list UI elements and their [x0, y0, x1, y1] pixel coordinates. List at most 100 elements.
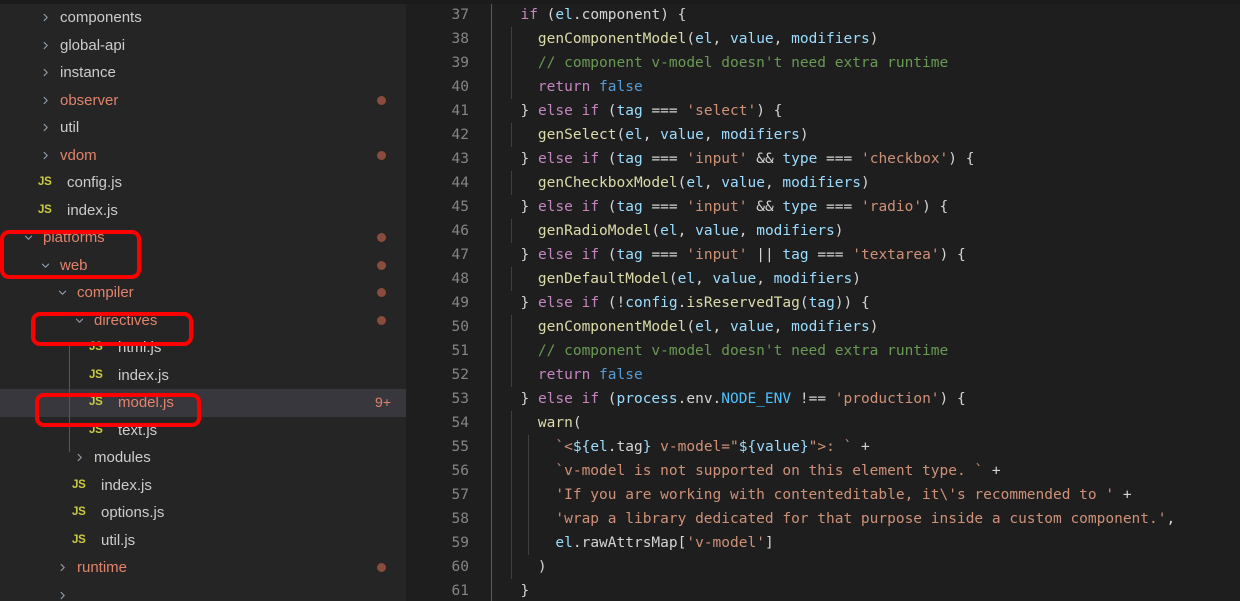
chevron-down-icon[interactable]: [72, 307, 89, 335]
code-line[interactable]: 44 genCheckboxModel(el, value, modifiers…: [406, 171, 1240, 195]
code-token: ===: [808, 247, 853, 263]
code-token: ) {: [939, 391, 966, 407]
code-line-text: genCheckboxModel(el, value, modifiers): [503, 171, 870, 195]
file-tree-item-options-js[interactable]: JS options.js: [0, 499, 406, 527]
file-tree-item-vdom[interactable]: vdom: [0, 142, 406, 170]
code-line[interactable]: 38 genComponentModel(el, value, modifier…: [406, 27, 1240, 51]
modified-indicator-dot: [377, 563, 386, 573]
code-line[interactable]: 39 // component v-model doesn't need ext…: [406, 51, 1240, 75]
file-tree-item-components[interactable]: components: [0, 4, 406, 32]
chevron-right-icon[interactable]: [38, 87, 55, 115]
code-line[interactable]: 37 if (el.component) {: [406, 3, 1240, 27]
line-number: 61: [451, 583, 469, 599]
line-number: 37: [451, 7, 469, 23]
code-token: ): [834, 223, 844, 239]
file-tree-item-global-api[interactable]: global-api: [0, 32, 406, 60]
code-line[interactable]: 42 genSelect(el, value, modifiers): [406, 123, 1240, 147]
chevron-down-icon[interactable]: [55, 279, 72, 307]
code-token: ) {: [660, 7, 687, 23]
file-tree-item-partial[interactable]: [0, 582, 406, 601]
file-tree[interactable]: components global-api instance observer util…: [0, 4, 406, 601]
file-tree-item-util[interactable]: util: [0, 114, 406, 142]
file-tree-item-html-js[interactable]: JS html.js: [0, 334, 406, 362]
code-line[interactable]: 56 `v-model is not supported on this ele…: [406, 459, 1240, 483]
code-editor[interactable]: 37 if (el.component) {38 genComponentMod…: [406, 0, 1240, 601]
code-line[interactable]: 58 'wrap a library dedicated for that pu…: [406, 507, 1240, 531]
code-line[interactable]: 55 `<${el.tag} v-model="${value}">: ` +: [406, 435, 1240, 459]
code-token: value: [730, 31, 774, 47]
code-line-text: `<${el.tag} v-model="${value}">: ` +: [503, 435, 870, 459]
code-line[interactable]: 53 } else if (process.env.NODE_ENV !== '…: [406, 387, 1240, 411]
code-line[interactable]: 54 warn(: [406, 411, 1240, 435]
code-token: (: [686, 31, 696, 47]
code-token: +: [861, 439, 870, 455]
code-line-text: genComponentModel(el, value, modifiers): [503, 315, 879, 339]
file-tree-item-runtime[interactable]: runtime: [0, 554, 406, 582]
code-token: genComponentModel: [537, 31, 687, 47]
file-tree-item-config-js[interactable]: JS config.js: [0, 169, 406, 197]
chevron-down-icon[interactable]: [38, 252, 55, 280]
code-line[interactable]: 49 } else if (!config.isReservedTag(tag)…: [406, 291, 1240, 315]
file-tree-item-compiler[interactable]: compiler: [0, 279, 406, 307]
file-tree-item-modules[interactable]: modules: [0, 444, 406, 472]
chevron-right-icon[interactable]: [38, 4, 55, 32]
code-token: (!: [599, 295, 626, 311]
chevron-right-icon[interactable]: [38, 32, 55, 60]
line-number: 50: [451, 319, 469, 335]
file-tree-item-index-js[interactable]: JS index.js: [0, 472, 406, 500]
code-line[interactable]: 50 genComponentModel(el, value, modifier…: [406, 315, 1240, 339]
file-tree-item-web[interactable]: web: [0, 252, 406, 280]
code-line[interactable]: 57 'If you are working with contentedita…: [406, 483, 1240, 507]
code-token: value: [730, 319, 774, 335]
chevron-right-icon[interactable]: [72, 444, 89, 472]
file-tree-item-index-js[interactable]: JS index.js: [0, 362, 406, 390]
code-token: 'select': [686, 103, 757, 119]
code-content[interactable]: 37 if (el.component) {38 genComponentMod…: [406, 3, 1240, 601]
code-line[interactable]: 52 return false: [406, 363, 1240, 387]
chevron-right-icon[interactable]: [38, 142, 55, 170]
code-token: 'production': [834, 391, 940, 407]
line-number: 59: [451, 535, 469, 551]
file-tree-item-label: model.js: [118, 394, 174, 411]
code-line[interactable]: 45 } else if (tag === 'input' && type ==…: [406, 195, 1240, 219]
code-token: }: [520, 151, 538, 167]
code-line-text: genSelect(el, value, modifiers): [503, 123, 809, 147]
code-line[interactable]: 48 genDefaultModel(el, value, modifiers): [406, 267, 1240, 291]
code-token: ,: [703, 175, 722, 191]
code-token: ,: [773, 319, 792, 335]
code-line[interactable]: 46 genRadioModel(el, value, modifiers): [406, 219, 1240, 243]
code-line[interactable]: 43 } else if (tag === 'input' && type ==…: [406, 147, 1240, 171]
chevron-right-icon[interactable]: [38, 114, 55, 142]
file-tree-item-util-js[interactable]: JS util.js: [0, 527, 406, 555]
code-line[interactable]: 60 ): [406, 555, 1240, 579]
code-line[interactable]: 41 } else if (tag === 'select') {: [406, 99, 1240, 123]
chevron-right-icon[interactable]: [55, 554, 72, 582]
code-line[interactable]: 59 el.rawAttrsMap['v-model']: [406, 531, 1240, 555]
file-tree-item-label: text.js: [118, 421, 158, 439]
chevron-right-icon[interactable]: [55, 582, 72, 601]
code-line[interactable]: 61 }: [406, 579, 1240, 601]
file-tree-item-model-js[interactable]: JS model.js 9+: [0, 389, 406, 417]
file-tree-item-observer[interactable]: observer: [0, 87, 406, 115]
chevron-down-icon[interactable]: [21, 224, 38, 252]
file-tree-item-platforms[interactable]: platforms: [0, 224, 406, 252]
file-tree-item-instance[interactable]: instance: [0, 59, 406, 87]
code-token: ) {: [922, 199, 949, 215]
file-tree-item-index-js[interactable]: JS index.js: [0, 197, 406, 225]
file-tree-item-directives[interactable]: directives: [0, 307, 406, 335]
chevron-right-icon[interactable]: [38, 59, 55, 87]
code-token: return: [537, 79, 591, 95]
file-explorer-sidebar[interactable]: components global-api instance observer util…: [0, 0, 406, 601]
code-token: ): [537, 559, 547, 575]
js-file-icon: JS: [89, 368, 103, 381]
code-token: 'input': [686, 199, 748, 215]
file-tree-item-label: modules: [94, 449, 151, 466]
code-line[interactable]: 40 return false: [406, 75, 1240, 99]
code-line[interactable]: 47 } else if (tag === 'input' || tag ===…: [406, 243, 1240, 267]
code-token: tag: [616, 247, 643, 263]
code-line-text: // component v-model doesn't need extra …: [503, 51, 948, 75]
code-line[interactable]: 51 // component v-model doesn't need ext…: [406, 339, 1240, 363]
file-tree-item-text-js[interactable]: JS text.js: [0, 417, 406, 445]
code-token: value: [712, 271, 757, 287]
code-token: `<: [555, 439, 573, 455]
